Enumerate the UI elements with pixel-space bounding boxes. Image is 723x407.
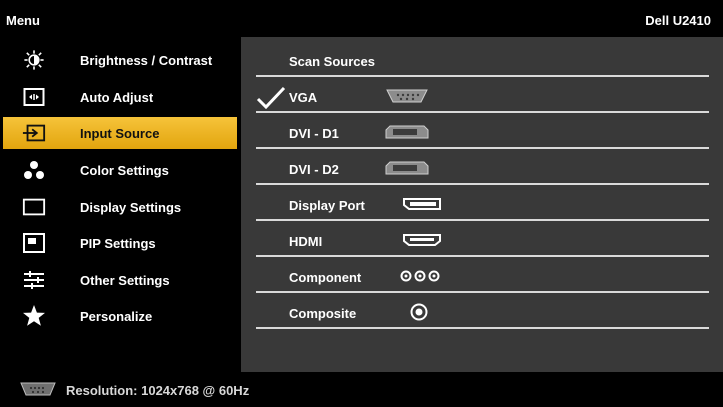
sidebar-item-label: Personalize xyxy=(80,309,153,324)
component-connector-icon xyxy=(400,270,440,282)
source-label: Composite xyxy=(289,306,357,321)
vga-connector-icon xyxy=(20,382,56,396)
menu-header: Menu Dell U2410 xyxy=(0,5,723,37)
color-settings-icon xyxy=(22,159,46,181)
dvi-connector-icon xyxy=(385,161,429,175)
scan-sources-label: Scan Sources xyxy=(289,54,375,69)
sidebar-item-display-settings[interactable]: Display Settings xyxy=(0,191,241,223)
sidebar-item-other-settings[interactable]: Other Settings xyxy=(0,264,241,296)
sidebar-item-label: Brightness / Contrast xyxy=(80,53,213,68)
sidebar-item-label: Auto Adjust xyxy=(80,90,154,105)
status-bar: Resolution: 1024x768 @ 60Hz xyxy=(0,372,723,407)
source-row-component[interactable]: Component xyxy=(256,257,709,293)
input-source-icon xyxy=(22,122,46,144)
sidebar-item-color-settings[interactable]: Color Settings xyxy=(0,154,241,186)
resolution-readout: Resolution: 1024x768 @ 60Hz xyxy=(66,383,250,398)
sidebar-item-label: Color Settings xyxy=(80,163,169,178)
sidebar-item-brightness-contrast[interactable]: Brightness / Contrast xyxy=(0,44,241,76)
source-label: HDMI xyxy=(289,234,323,249)
osd-menu: Menu Dell U2410 Brightness / Contrast Au… xyxy=(0,0,723,407)
hdmi-connector-icon xyxy=(403,234,441,246)
sidebar-item-input-source[interactable]: Input Source xyxy=(3,117,237,149)
auto-adjust-icon xyxy=(22,86,46,108)
sidebar-item-personalize[interactable]: Personalize xyxy=(0,300,241,332)
vga-connector-icon xyxy=(386,89,428,103)
source-label: VGA xyxy=(289,90,318,105)
source-row-vga[interactable]: VGA xyxy=(256,77,709,113)
displayport-connector-icon xyxy=(403,198,441,210)
sidebar-item-label: PIP Settings xyxy=(80,236,156,251)
sidebar-menu: Brightness / Contrast Auto Adjust Input … xyxy=(0,37,241,372)
source-label: DVI - D1 xyxy=(289,126,339,141)
sidebar-item-label: Display Settings xyxy=(80,200,182,215)
source-row-composite[interactable]: Composite xyxy=(256,293,709,329)
sidebar-item-label: Other Settings xyxy=(80,273,170,288)
pip-icon xyxy=(22,232,46,254)
dvi-connector-icon xyxy=(385,125,429,139)
sidebar-item-auto-adjust[interactable]: Auto Adjust xyxy=(0,81,241,113)
source-row-display-port[interactable]: Display Port xyxy=(256,185,709,221)
other-settings-icon xyxy=(22,269,46,291)
source-row-dvi-d2[interactable]: DVI - D2 xyxy=(256,149,709,185)
source-label: DVI - D2 xyxy=(289,162,339,177)
checkmark-icon xyxy=(256,87,286,109)
scan-sources-option[interactable]: Scan Sources xyxy=(256,41,709,77)
brightness-icon xyxy=(22,49,46,71)
display-settings-icon xyxy=(22,196,46,218)
menu-title: Menu xyxy=(6,13,40,28)
sidebar-item-pip-settings[interactable]: PIP Settings xyxy=(0,227,241,259)
source-row-hdmi[interactable]: HDMI xyxy=(256,221,709,257)
source-label: Display Port xyxy=(289,198,365,213)
input-source-panel: Scan Sources VGA DVI - D1 DVI - D2 Displ… xyxy=(241,37,723,372)
star-icon xyxy=(22,305,46,327)
source-row-dvi-d1[interactable]: DVI - D1 xyxy=(256,113,709,149)
composite-connector-icon xyxy=(410,303,428,321)
monitor-model: Dell U2410 xyxy=(645,13,711,28)
sidebar-item-label: Input Source xyxy=(80,126,160,141)
source-label: Component xyxy=(289,270,362,285)
